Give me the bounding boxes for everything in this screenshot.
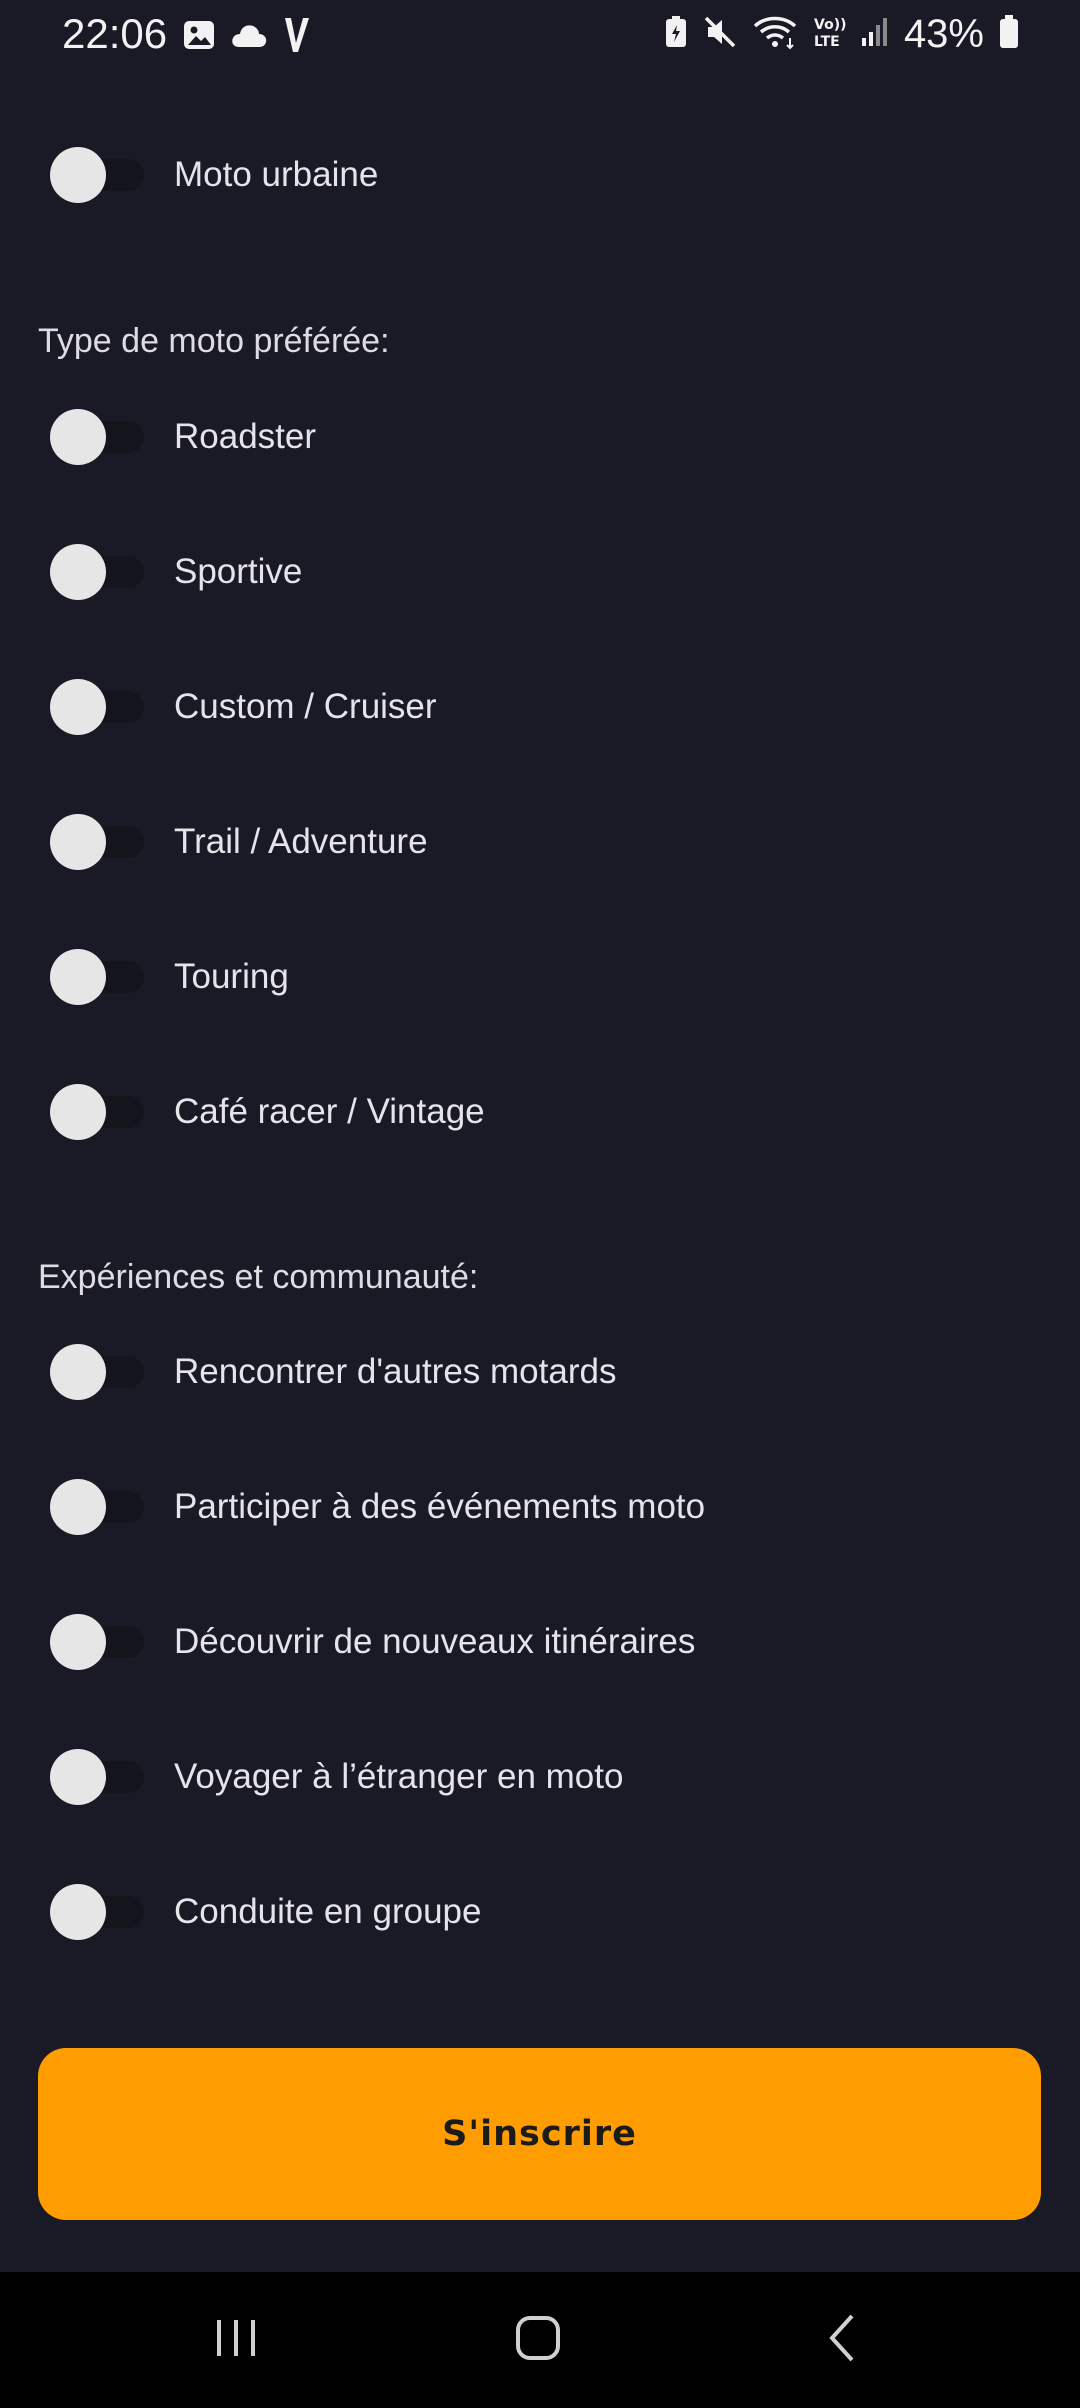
section-title-moto-type: Type de moto préférée: [38, 322, 390, 360]
option-label: Rencontrer d'autres motards [174, 1352, 617, 1391]
section-title-experiences: Expériences et communauté: [38, 1258, 479, 1296]
battery-icon [998, 14, 1020, 55]
status-time: 22:06 [62, 10, 168, 57]
home-button[interactable] [478, 2272, 598, 2408]
volte-icon: Vo)) LTE [812, 14, 846, 55]
toggle-switch[interactable] [50, 949, 144, 1005]
toggle-knob [50, 679, 106, 735]
signup-screen: 22:06 Vo)) LTE 43% Moto urbaine Type de … [0, 0, 1080, 2408]
home-icon [514, 2314, 562, 2367]
toggle-knob [50, 1479, 106, 1535]
option-label: Trail / Adventure [174, 822, 428, 861]
toggle-switch[interactable] [50, 1344, 144, 1400]
system-nav-bar [0, 2272, 1080, 2408]
signup-button[interactable]: S'inscrire [38, 2048, 1041, 2220]
toggle-knob [50, 1084, 106, 1140]
option-custom-cruiser[interactable]: Custom / Cruiser [0, 662, 1080, 752]
signal-icon [860, 16, 890, 53]
toggle-knob [50, 814, 106, 870]
toggle-knob [50, 1749, 106, 1805]
toggle-switch[interactable] [50, 814, 144, 870]
back-button[interactable] [782, 2272, 902, 2408]
toggle-knob [50, 409, 106, 465]
status-left-icons [182, 16, 312, 59]
option-label: Café racer / Vintage [174, 1092, 485, 1131]
option-sportive[interactable]: Sportive [0, 527, 1080, 617]
toggle-switch[interactable] [50, 544, 144, 600]
option-label: Participer à des événements moto [174, 1487, 706, 1526]
option-evenements-moto[interactable]: Participer à des événements moto [0, 1462, 1080, 1552]
back-icon [824, 2312, 860, 2369]
option-label: Custom / Cruiser [174, 687, 437, 726]
option-touring[interactable]: Touring [0, 932, 1080, 1022]
toggle-switch[interactable] [50, 1749, 144, 1805]
option-cafe-racer-vintage[interactable]: Café racer / Vintage [0, 1067, 1080, 1157]
status-bar: 22:06 Vo)) LTE 43% [0, 0, 1080, 70]
option-voyager-etranger[interactable]: Voyager à l’étranger en moto [0, 1732, 1080, 1822]
option-nouveaux-itineraires[interactable]: Découvrir de nouveaux itinéraires [0, 1597, 1080, 1687]
toggle-knob [50, 949, 106, 1005]
toggle-knob [50, 147, 106, 203]
status-right-icons: Vo)) LTE 43% [664, 12, 1020, 57]
toggle-knob [50, 1614, 106, 1670]
option-label: Moto urbaine [174, 155, 379, 194]
cloud-icon [230, 21, 268, 54]
option-rencontrer-motards[interactable]: Rencontrer d'autres motards [0, 1327, 1080, 1417]
option-label: Conduite en groupe [174, 1892, 482, 1931]
recents-button[interactable] [176, 2272, 296, 2408]
option-label: Roadster [174, 417, 317, 456]
v-app-icon [282, 16, 312, 59]
toggle-switch[interactable] [50, 679, 144, 735]
battery-saver-icon [664, 15, 688, 54]
option-trail-adventure[interactable]: Trail / Adventure [0, 797, 1080, 887]
svg-text:LTE: LTE [814, 34, 840, 50]
wifi-icon [752, 14, 798, 55]
option-roadster[interactable]: Roadster [0, 392, 1080, 482]
toggle-switch[interactable] [50, 1614, 144, 1670]
toggle-knob [50, 1344, 106, 1400]
option-conduite-groupe[interactable]: Conduite en groupe [0, 1867, 1080, 1957]
toggle-knob [50, 544, 106, 600]
toggle-switch[interactable] [50, 409, 144, 465]
option-label: Touring [174, 957, 289, 996]
battery-percent: 43% [903, 12, 984, 56]
option-label: Découvrir de nouveaux itinéraires [174, 1622, 696, 1661]
option-label: Sportive [174, 552, 303, 591]
toggle-switch[interactable] [50, 1479, 144, 1535]
mute-icon [702, 15, 738, 54]
image-icon [182, 18, 216, 57]
svg-text:Vo)): Vo)) [814, 17, 846, 33]
toggle-switch[interactable] [50, 1884, 144, 1940]
toggle-switch[interactable] [50, 147, 144, 203]
option-label: Voyager à l’étranger en moto [174, 1757, 624, 1796]
toggle-knob [50, 1884, 106, 1940]
toggle-switch[interactable] [50, 1084, 144, 1140]
option-moto-urbaine[interactable]: Moto urbaine [0, 130, 1080, 220]
recents-icon [211, 2316, 261, 2365]
